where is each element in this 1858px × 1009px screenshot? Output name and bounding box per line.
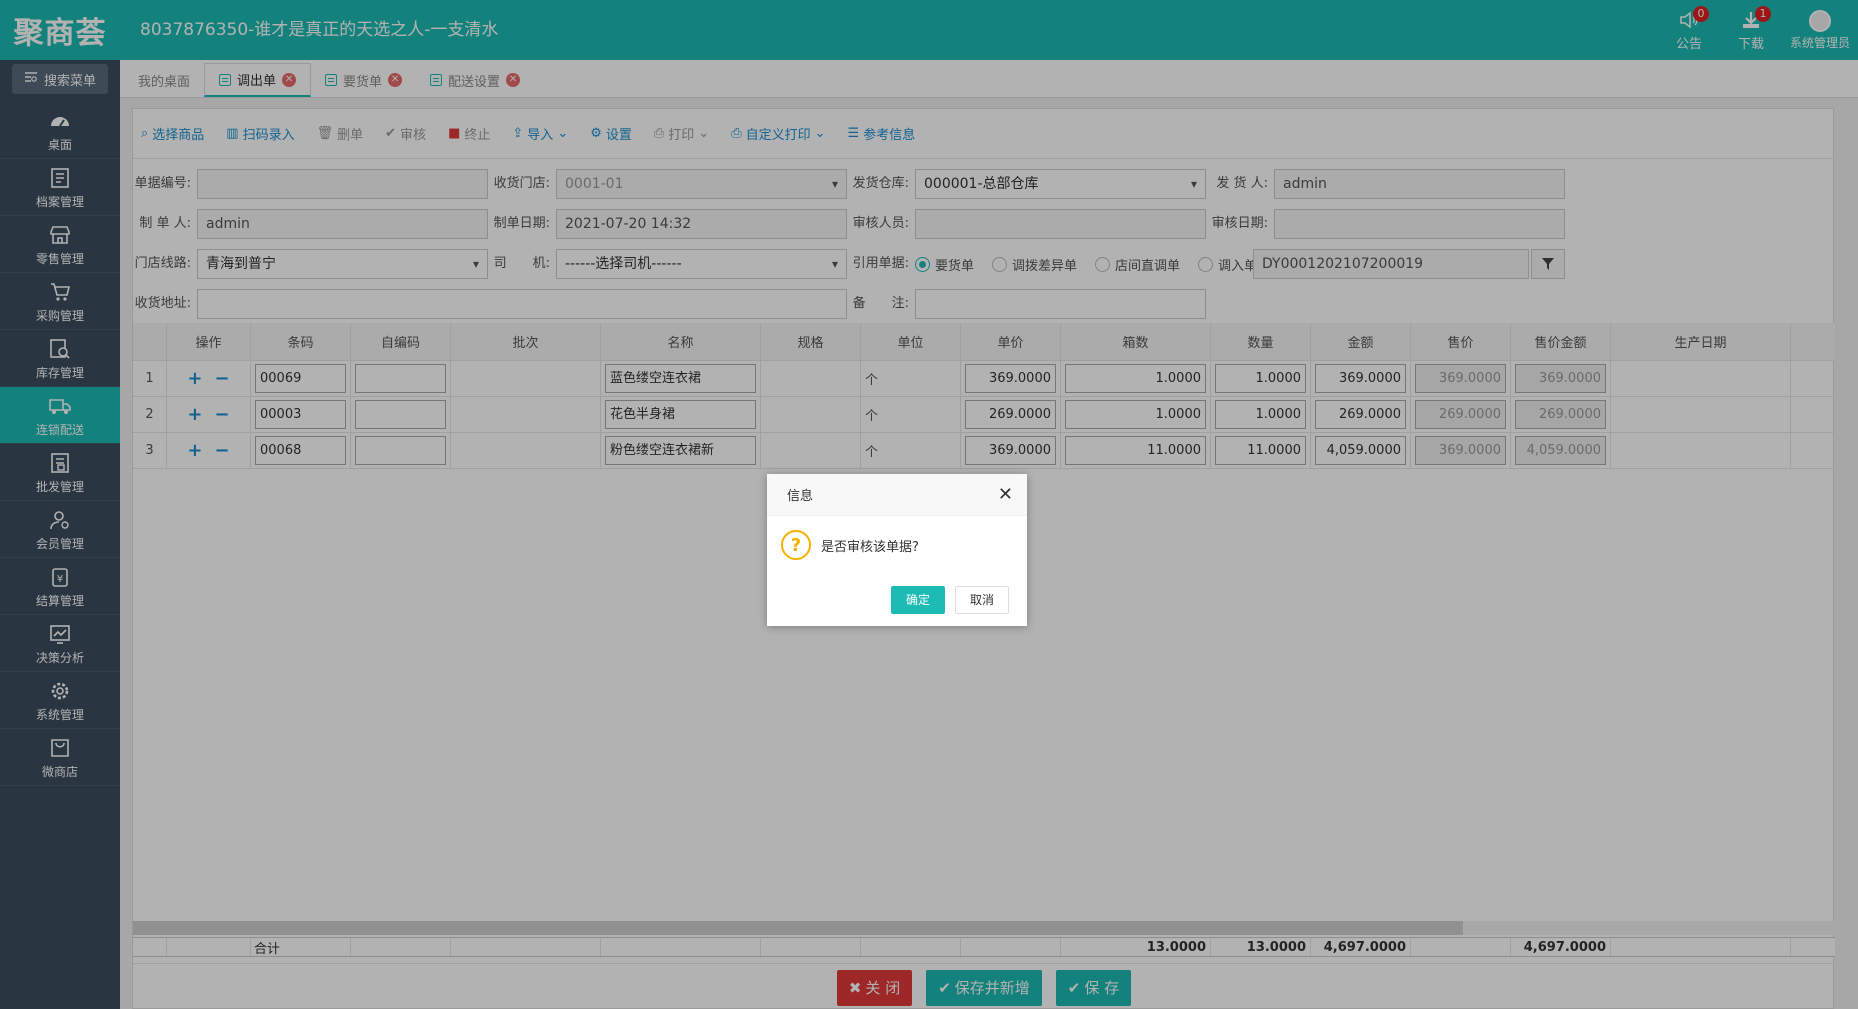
dialog-message: 是否审核该单据? xyxy=(821,539,919,555)
close-icon[interactable]: ✕ xyxy=(998,484,1013,505)
dialog-body: ? 是否审核该单据? xyxy=(767,516,1027,560)
cancel-button[interactable]: 取消 xyxy=(954,586,1009,614)
confirm-dialog: 信息 ✕ ? 是否审核该单据? 确定 取消 xyxy=(767,474,1027,626)
dialog-title: 信息 xyxy=(787,489,814,504)
confirm-button[interactable]: 确定 xyxy=(890,586,945,614)
question-icon: ? xyxy=(781,530,811,560)
dialog-header: 信息 ✕ xyxy=(767,474,1027,516)
dialog-footer: 确定 取消 xyxy=(890,586,1009,614)
